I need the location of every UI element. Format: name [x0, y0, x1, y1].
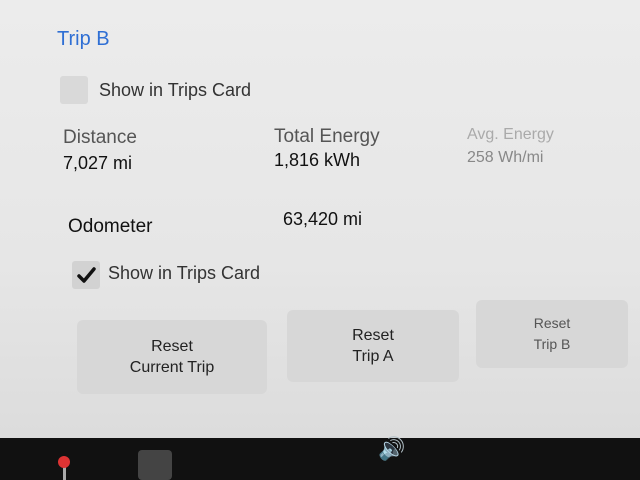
- checkmark-icon: [77, 267, 96, 283]
- total-energy-label: Total Energy: [274, 126, 380, 147]
- trips-panel: Trip B Show in Trips Card Distance 7,027…: [0, 0, 640, 438]
- odometer-value: 63,420 mi: [283, 209, 363, 229]
- distance-label: Distance: [63, 127, 137, 148]
- total-energy-value: 1,816 kWh: [274, 150, 361, 170]
- trip-b-show-label: Show in Trips Card: [99, 80, 252, 100]
- reset-trip-b-button[interactable]: Reset Trip B: [476, 300, 628, 368]
- trip-b-title: Trip B: [57, 28, 110, 50]
- reset-trip-a-button[interactable]: Reset Trip A: [287, 310, 459, 382]
- app-launcher-icon[interactable]: [138, 450, 172, 480]
- avg-energy-value: 258 Wh/mi: [467, 149, 544, 166]
- reset-trip-b-label: Reset Trip B: [533, 315, 571, 352]
- odometer-label: Odometer: [68, 216, 153, 237]
- bottom-dock: [0, 438, 640, 480]
- reset-current-trip-button[interactable]: Reset Current Trip: [77, 320, 267, 394]
- avg-energy-label: Avg. Energy: [467, 126, 554, 143]
- odometer-show-label: Show in Trips Card: [108, 263, 261, 283]
- trip-b-show-checkbox[interactable]: [60, 76, 88, 104]
- odometer-show-checkbox[interactable]: [72, 261, 100, 289]
- dock-pin-stem: [63, 466, 66, 480]
- reset-current-trip-label: Reset Current Trip: [129, 338, 215, 376]
- reset-trip-a-label: Reset Trip A: [352, 327, 394, 365]
- distance-value: 7,027 mi: [63, 153, 133, 173]
- speaker-icon[interactable]: 🔊: [378, 436, 405, 462]
- location-pin-icon[interactable]: [58, 456, 70, 468]
